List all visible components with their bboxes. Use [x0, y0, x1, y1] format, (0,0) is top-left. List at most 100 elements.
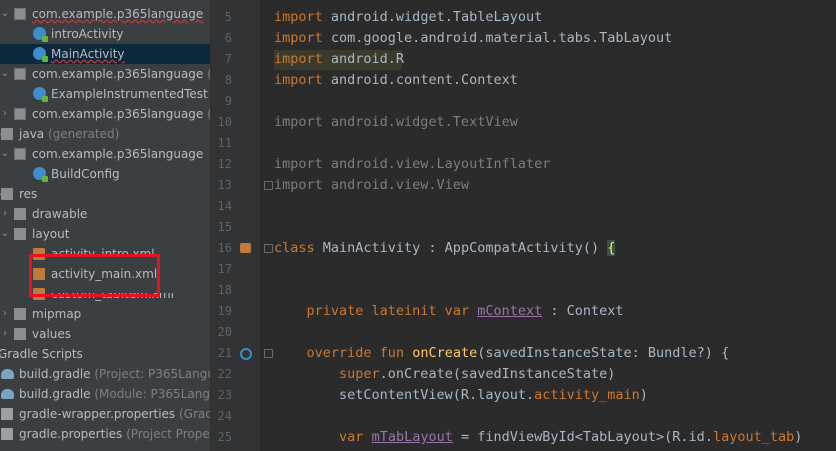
code-line[interactable]: import android.view.LayoutInflater [274, 154, 550, 175]
code-token: var [339, 429, 364, 445]
code-line[interactable]: import android.widget.TableLayout [274, 7, 542, 28]
tree-item[interactable]: ⌄ com.example.p365language [0, 4, 210, 24]
chevron-down-icon[interactable]: ⌄ [0, 224, 10, 244]
code-token: private lateinit var [306, 303, 470, 319]
tree-item[interactable]: gradle-wrapper.properties (Gradle Ve [0, 404, 210, 424]
chevron-down-icon[interactable]: ⌄ [0, 64, 10, 84]
tree-item-label: com.example.p365language (test [32, 104, 210, 124]
tree-item[interactable]: ExampleInstrumentedTest [0, 84, 210, 104]
properties-icon [1, 428, 13, 440]
tree-item-detail: (and [203, 67, 210, 81]
tree-item[interactable]: ⌄ com.example.p365language [0, 144, 210, 164]
code-line[interactable]: super.onCreate(savedInstanceState) [274, 364, 615, 385]
code-token: onCreate [412, 345, 478, 361]
tree-item[interactable]: ⌄ com.example.p365language (and [0, 64, 210, 84]
code-token: import android.widget.TextView [274, 114, 518, 130]
tree-item[interactable]: › drawable [0, 204, 210, 224]
fold-marker-icon[interactable] [264, 244, 273, 253]
code-token: (savedInstanceState: Bundle?) { [477, 345, 730, 361]
override-icon[interactable] [240, 348, 252, 360]
tree-item-label: gradle-wrapper.properties (Gradle Ve [19, 404, 210, 424]
folder-icon [14, 228, 26, 240]
line-number: 13 [217, 178, 232, 192]
package-icon [14, 68, 26, 80]
line-number: 9 [224, 94, 232, 108]
tree-item[interactable]: › com.example.p365language (test [0, 104, 210, 124]
gradle-icon [1, 389, 14, 399]
code-token: ) [794, 429, 803, 445]
code-token: ) [639, 387, 648, 403]
project-tool-window: ⌄ com.example.p365language introActivity Ma… [0, 0, 210, 451]
chevron-right-icon[interactable]: › [0, 304, 10, 324]
folder-icon [1, 128, 13, 140]
chevron-right-icon[interactable]: › [0, 324, 10, 344]
package-icon [14, 108, 26, 120]
line-number: 12 [217, 157, 232, 171]
tree-item[interactable]: BuildConfig [0, 164, 210, 184]
tree-item-label: build.gradle (Module: P365Language [19, 384, 210, 404]
code-line[interactable]: import android.widget.TextView [274, 112, 518, 133]
kotlin-class-icon [33, 87, 48, 102]
tree-item[interactable]: ⌄Gradle Scripts [0, 344, 210, 364]
code-token: import android.view.View [274, 177, 470, 193]
code-line[interactable]: import android.R [274, 49, 404, 70]
tree-item[interactable]: introActivity [0, 24, 210, 44]
code-token: super [339, 366, 380, 382]
tree-item-label: mipmap [32, 307, 82, 321]
tree-item-detail: (Module: P365Language [94, 387, 210, 401]
line-number: 15 [217, 220, 232, 234]
tree-item[interactable]: › values [0, 324, 210, 344]
tree-item-detail: (Gradle Ve [178, 407, 210, 421]
tree-item[interactable]: build.gradle (Module: P365Language [0, 384, 210, 404]
code-line[interactable]: private lateinit var mContext : Context [274, 301, 624, 322]
fold-marker-icon[interactable] [264, 181, 273, 190]
line-number: 19 [217, 304, 232, 318]
code-line[interactable]: import android.content.Context [274, 70, 518, 91]
chevron-right-icon[interactable]: › [0, 204, 10, 224]
tree-item[interactable]: ⌄ layout [0, 224, 210, 244]
tree-item-label: ExampleInstrumentedTest [51, 87, 208, 101]
code-line[interactable]: import com.google.android.material.tabs.… [274, 28, 672, 49]
code-line[interactable]: override fun onCreate(savedInstanceState… [274, 343, 730, 364]
line-number: 17 [217, 262, 232, 276]
package-icon [14, 148, 26, 160]
tree-item[interactable]: build.gradle (Project: P365Language [0, 364, 210, 384]
folder-icon [14, 328, 26, 340]
code-line[interactable]: setContentView(R.layout.activity_main) [274, 385, 648, 406]
code-line[interactable]: var mTabLayout = findViewById<TabLayout>… [274, 427, 802, 448]
code-token: import [274, 51, 323, 67]
code-line[interactable]: class MainActivity : AppCompatActivity()… [274, 238, 616, 259]
tree-item-label: com.example.p365language [32, 7, 204, 21]
tree-item[interactable]: ⌄java (generated) [0, 124, 210, 144]
code-token: import android.view.LayoutInflater [274, 156, 551, 172]
code-token: import [274, 72, 323, 88]
tree-item-label: gradle.properties (Project Properties) [19, 424, 210, 444]
tree-item[interactable]: MainActivity [0, 44, 210, 64]
code-line[interactable]: import android.view.View [274, 175, 469, 196]
tree-item[interactable]: › mipmap [0, 304, 210, 324]
line-number: 20 [217, 325, 232, 339]
run-icon[interactable] [240, 243, 251, 253]
tree-item-label: drawable [32, 207, 88, 221]
line-number: 6 [224, 31, 232, 45]
chevron-down-icon[interactable]: ⌄ [0, 144, 10, 164]
code-token: override fun [306, 345, 405, 361]
tree-item[interactable]: gradle.properties (Project Properties) [0, 424, 210, 444]
code-token: import [274, 30, 323, 46]
tree-item-label: MainActivity [51, 47, 125, 61]
tree-item[interactable]: ⌄res [0, 184, 210, 204]
tree-item-label: build.gradle (Project: P365Language [19, 364, 210, 384]
chevron-right-icon[interactable]: › [0, 104, 10, 124]
line-number: 5 [224, 10, 232, 24]
code-token: mTabLayout [371, 429, 453, 445]
line-number: 22 [217, 367, 232, 381]
fold-marker-icon[interactable] [264, 349, 273, 358]
kotlin-class-icon [33, 167, 48, 182]
chevron-down-icon[interactable]: ⌄ [0, 4, 10, 24]
tree-item-label: BuildConfig [51, 167, 120, 181]
